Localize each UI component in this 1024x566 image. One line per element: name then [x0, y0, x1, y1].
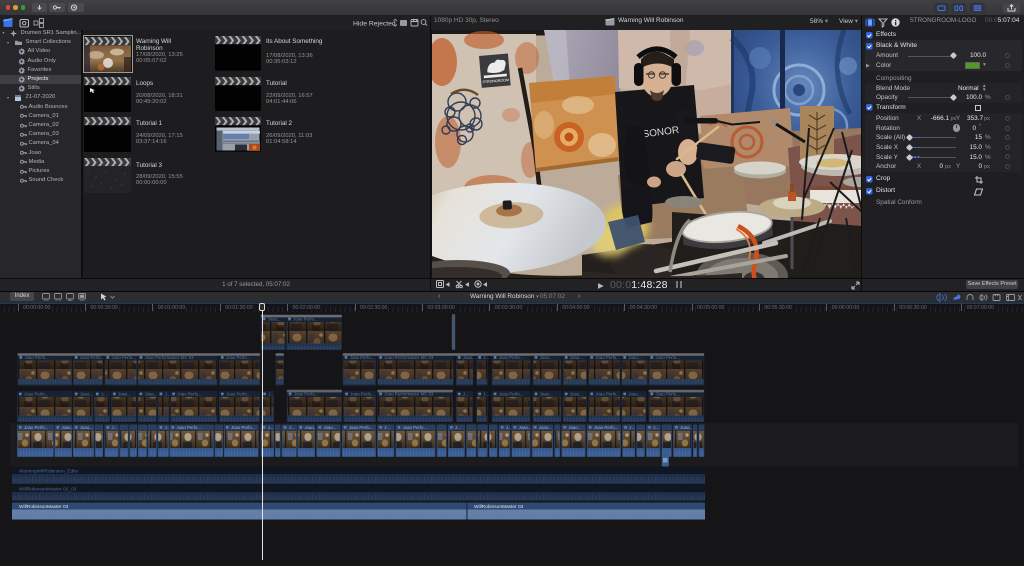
- svg-text:Joao...: Joao...: [80, 425, 93, 430]
- svg-text:J...: J...: [165, 392, 171, 397]
- svg-text:Joao...: Joao...: [145, 392, 158, 397]
- svg-text:Joao Perfo...: Joao Perfo...: [177, 425, 201, 430]
- svg-text:Joao...: Joao...: [540, 392, 553, 397]
- svg-text:Joao Perfo...: Joao Perfo...: [350, 392, 374, 397]
- svg-text:Joao Perfo...: Joao Perfo...: [499, 355, 523, 360]
- svg-text:J...: J...: [165, 425, 171, 430]
- svg-text:J...: J...: [483, 355, 489, 360]
- svg-text:Joao Perfo...: Joao Perfo...: [24, 392, 48, 397]
- svg-text:Joao...: Joao...: [80, 392, 93, 397]
- svg-text:J...: J...: [268, 425, 274, 430]
- svg-text:J...: J...: [629, 425, 635, 430]
- svg-text:Joao Performance MC 03: Joao Performance MC 03: [384, 355, 434, 360]
- svg-text:Joao Perfo...: Joao Perfo...: [350, 355, 374, 360]
- svg-text:Joao Perfo...: Joao Perfo...: [595, 355, 619, 360]
- svg-text:Joao Perfo...: Joao Perfo...: [24, 425, 48, 430]
- svg-text:Joao Perfo...: Joao Perfo...: [80, 355, 104, 360]
- svg-text:J...: J...: [455, 425, 461, 430]
- svg-text:J...: J...: [112, 425, 118, 430]
- svg-text:J...: J...: [653, 425, 659, 430]
- svg-text:Joao...: Joao...: [628, 392, 641, 397]
- svg-text:WarningWillRobinson_Edits: WarningWillRobinson_Edits: [19, 469, 79, 475]
- svg-text:Joao Performance MC 03: Joao Performance MC 03: [145, 355, 195, 360]
- svg-text:Joao...: Joao...: [628, 355, 641, 360]
- svg-text:Joao...: Joao...: [519, 425, 532, 430]
- svg-text:Joao...: Joao...: [324, 425, 337, 430]
- svg-text:Joao Perfo...: Joao Perfo...: [594, 425, 618, 430]
- svg-text:J...: J...: [506, 425, 512, 430]
- svg-text:Joao Perfo...: Joao Perfo...: [177, 392, 201, 397]
- svg-text:J...: J...: [268, 392, 274, 397]
- svg-text:Joao Perfo...: Joao Perfo...: [25, 355, 49, 360]
- svg-text:Joao...: Joao...: [539, 425, 552, 430]
- svg-text:Joao Perfo...: Joao Perfo...: [349, 425, 373, 430]
- svg-text:Joao Perfo...: Joao Perfo...: [231, 425, 255, 430]
- svg-text:Joao...: Joao...: [62, 425, 75, 430]
- svg-text:Joao...: Joao...: [305, 425, 318, 430]
- svg-text:J...: J...: [289, 425, 295, 430]
- svg-text:WillRobinsonMaster 03: WillRobinsonMaster 03: [19, 504, 69, 510]
- svg-text:Joao...: Joao...: [118, 392, 131, 397]
- svg-text:Joao...: Joao...: [680, 425, 693, 430]
- svg-text:Joao...: Joao...: [570, 355, 583, 360]
- svg-text:Joao Perfo...: Joao Perfo...: [226, 392, 250, 397]
- svg-text:Joao...: Joao...: [463, 355, 476, 360]
- svg-text:J...: J...: [483, 392, 489, 397]
- svg-text:Joao Perfo...: Joao Perfo...: [403, 425, 427, 430]
- svg-text:Joao...: Joao...: [569, 425, 582, 430]
- svg-text:Joao Perfo...: Joao Perfo...: [226, 355, 250, 360]
- svg-text:J...: J...: [384, 425, 390, 430]
- svg-text:Joao Perfo...: Joao Perfo...: [656, 355, 680, 360]
- svg-text:Joao...: Joao...: [570, 392, 583, 397]
- svg-text:Joao Perfo...: Joao Perfo...: [112, 355, 136, 360]
- svg-text:Hide Rejected: Hide Rejected: [353, 20, 396, 27]
- svg-text:J...: J...: [463, 392, 469, 397]
- svg-text:Joao...: Joao...: [540, 355, 553, 360]
- svg-text:Joao Perfo...: Joao Perfo...: [595, 392, 619, 397]
- svg-text:J...: J...: [101, 392, 107, 397]
- svg-text:Joao Perfo...: Joao Perfo...: [499, 392, 523, 397]
- svg-text:WillRobinsonMaster 02_03: WillRobinsonMaster 02_03: [19, 487, 77, 493]
- svg-text:WillRobinsonMaster 03: WillRobinsonMaster 03: [474, 504, 524, 510]
